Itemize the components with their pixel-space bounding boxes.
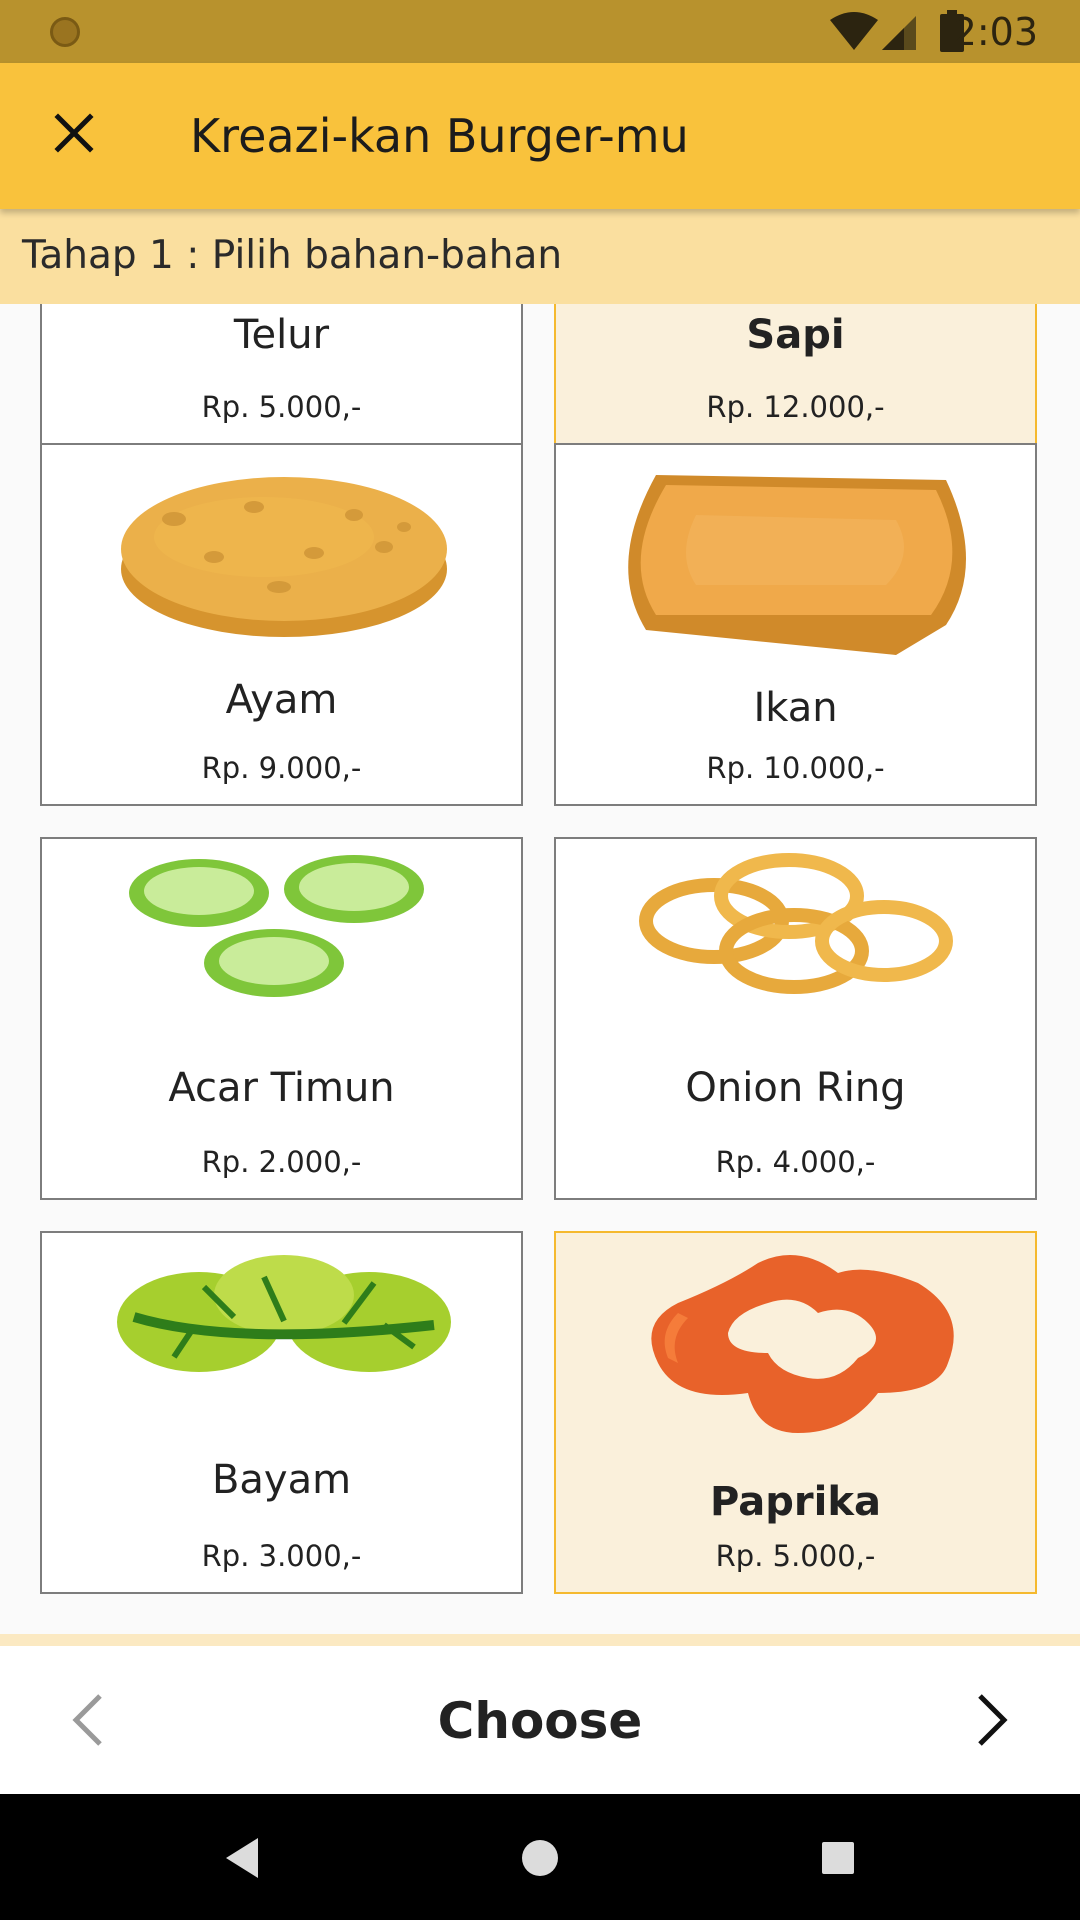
nav-back-button[interactable] bbox=[214, 1830, 270, 1886]
step-text: Tahap 1 : Pilih bahan-bahan bbox=[22, 233, 563, 278]
ingredient-name: Telur bbox=[233, 312, 330, 358]
ingredient-price: Rp. 5.000,- bbox=[201, 390, 362, 424]
ingredient-card-ayam[interactable]: Ayam Rp. 9.000,- bbox=[40, 443, 523, 806]
chicken-patty-icon bbox=[121, 477, 447, 637]
nav-recents-button[interactable] bbox=[810, 1830, 866, 1886]
ingredient-card-ikan[interactable]: Ikan Rp. 10.000,- bbox=[554, 443, 1037, 806]
page-title: Kreazi-kan Burger-mu bbox=[190, 109, 689, 163]
fish-fillet-icon bbox=[628, 475, 966, 655]
previous-button[interactable] bbox=[60, 1688, 120, 1752]
chevron-right-icon bbox=[978, 1694, 1008, 1746]
status-bar: 2:03 bbox=[0, 0, 1080, 63]
wifi-icon bbox=[830, 12, 878, 50]
ingredient-price: Rp. 3.000,- bbox=[201, 1539, 362, 1573]
choose-button[interactable]: Choose bbox=[340, 1676, 740, 1766]
ingredient-name: Bayam bbox=[211, 1457, 352, 1503]
system-nav-bar bbox=[0, 1794, 1080, 1920]
ingredient-price: Rp. 2.000,- bbox=[201, 1145, 362, 1179]
status-time: 2:03 bbox=[952, 10, 1038, 54]
app-bar: Kreazi-kan Burger-mu bbox=[0, 63, 1080, 209]
ingredient-card-bayam[interactable]: Bayam Rp. 3.000,- bbox=[40, 1231, 523, 1594]
ingredient-price: Rp. 4.000,- bbox=[715, 1145, 876, 1179]
pickle-icon bbox=[129, 855, 424, 997]
spinach-icon bbox=[117, 1255, 451, 1372]
ingredient-card-onion-ring[interactable]: Onion Ring Rp. 4.000,- bbox=[554, 837, 1037, 1200]
ingredient-name: Ayam bbox=[225, 677, 338, 723]
signal-icon bbox=[882, 16, 916, 50]
ingredient-name: Sapi bbox=[746, 312, 845, 358]
recents-square-icon bbox=[822, 1842, 854, 1874]
ingredient-card-paprika[interactable]: Paprika Rp. 5.000,- bbox=[554, 1231, 1037, 1594]
ingredient-name: Paprika bbox=[710, 1479, 881, 1525]
ingredient-name: Ikan bbox=[753, 685, 838, 731]
divider bbox=[0, 1634, 1080, 1646]
next-button[interactable] bbox=[960, 1688, 1020, 1752]
ingredient-grid[interactable]: Telur Rp. 5.000,- Sapi Rp. 12.000,- Ayam… bbox=[0, 304, 1080, 1634]
close-icon bbox=[54, 113, 94, 153]
close-button[interactable] bbox=[44, 103, 104, 163]
onion-ring-icon bbox=[639, 853, 953, 994]
notification-icon bbox=[50, 17, 80, 47]
ingredient-price: Rp. 10.000,- bbox=[706, 751, 885, 785]
nav-home-button[interactable] bbox=[512, 1830, 568, 1886]
ingredient-price: Rp. 9.000,- bbox=[201, 751, 362, 785]
step-header: Tahap 1 : Pilih bahan-bahan bbox=[0, 209, 1080, 304]
chevron-left-icon bbox=[72, 1694, 102, 1746]
ingredient-card-acar-timun[interactable]: Acar Timun Rp. 2.000,- bbox=[40, 837, 523, 1200]
ingredient-price: Rp. 5.000,- bbox=[715, 1539, 876, 1573]
ingredient-name: Onion Ring bbox=[685, 1065, 906, 1111]
back-triangle-icon bbox=[226, 1838, 258, 1878]
ingredient-card-telur[interactable]: Telur Rp. 5.000,- bbox=[40, 304, 523, 445]
status-icons bbox=[800, 0, 1080, 63]
paprika-icon bbox=[651, 1255, 954, 1433]
ingredient-card-sapi[interactable]: Sapi Rp. 12.000,- bbox=[554, 304, 1037, 445]
ingredient-name: Acar Timun bbox=[168, 1065, 395, 1111]
home-circle-icon bbox=[522, 1840, 558, 1876]
bottom-action-bar: Choose bbox=[0, 1646, 1080, 1794]
ingredient-price: Rp. 12.000,- bbox=[706, 390, 885, 424]
